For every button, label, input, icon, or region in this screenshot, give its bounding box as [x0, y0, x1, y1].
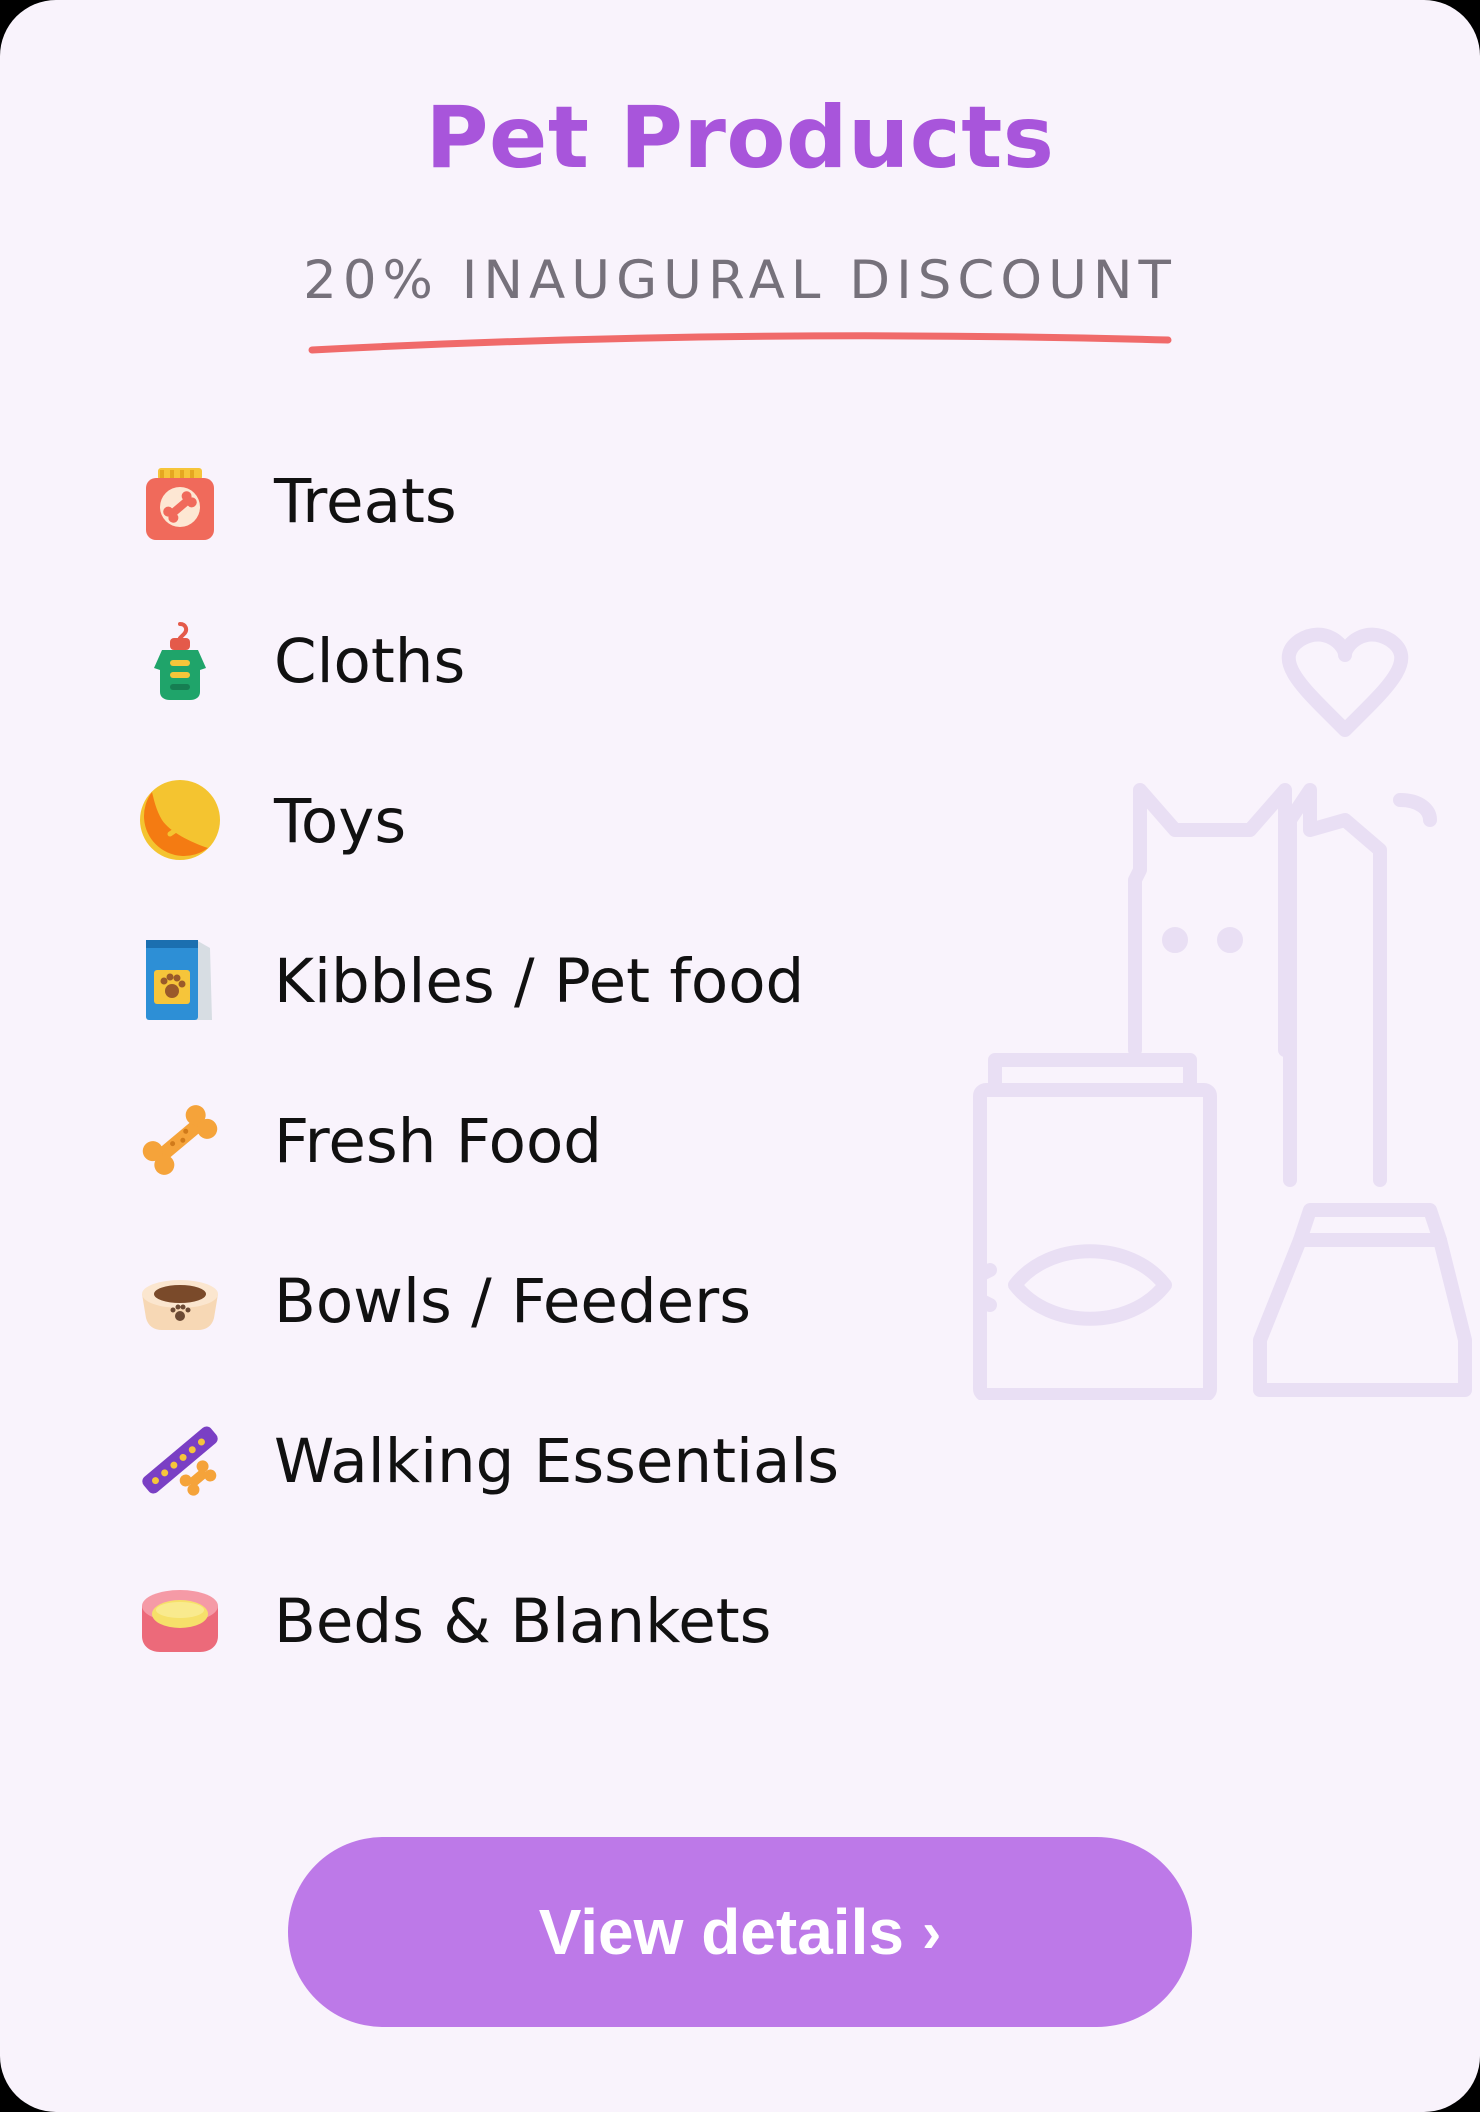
list-item-label: Toys [274, 786, 407, 857]
list-item-label: Treats [274, 466, 457, 537]
tennis-ball-icon [140, 780, 220, 860]
list-item-beds[interactable]: Beds & Blankets [140, 1580, 1090, 1680]
list-item-kibbles[interactable]: Kibbles / Pet food [140, 940, 1090, 1040]
collar-icon [142, 1426, 218, 1496]
pet-bed-icon [142, 1590, 218, 1652]
list-item-label: Walking Essentials [274, 1426, 840, 1497]
subtitle-underline [308, 332, 1172, 354]
view-details-label: View details [538, 1896, 904, 1968]
list-item-bowls[interactable]: Bowls / Feeders [140, 1260, 1090, 1360]
discount-subtitle: 20% INAUGURAL DISCOUNT [303, 250, 1177, 311]
bone-icon [142, 1105, 218, 1175]
list-item-fresh-food[interactable]: Fresh Food [140, 1100, 1090, 1200]
pet-products-card: Pet Products 20% INAUGURAL DISCOUNT Trea… [0, 0, 1480, 2112]
kibble-bag-icon [146, 940, 212, 1020]
list-item-cloths[interactable]: Cloths [140, 620, 1090, 720]
pet-bowl-icon [142, 1280, 218, 1330]
list-item-toys[interactable]: Toys [140, 780, 1090, 880]
treat-bag-icon [146, 468, 214, 540]
view-details-button[interactable]: View details › [288, 1837, 1192, 2027]
chevron-right-icon: › [921, 1899, 942, 1965]
list-item-label: Bowls / Feeders [274, 1266, 752, 1337]
list-item-label: Beds & Blankets [274, 1586, 772, 1657]
list-item-label: Fresh Food [274, 1106, 603, 1177]
pet-sweater-icon [154, 622, 206, 700]
list-item-label: Kibbles / Pet food [274, 946, 805, 1017]
list-item-walking-essentials[interactable]: Walking Essentials [140, 1420, 1090, 1520]
page-title: Pet Products [425, 88, 1055, 188]
list-item-treats[interactable]: Treats [140, 460, 1090, 560]
list-item-label: Cloths [274, 626, 466, 697]
